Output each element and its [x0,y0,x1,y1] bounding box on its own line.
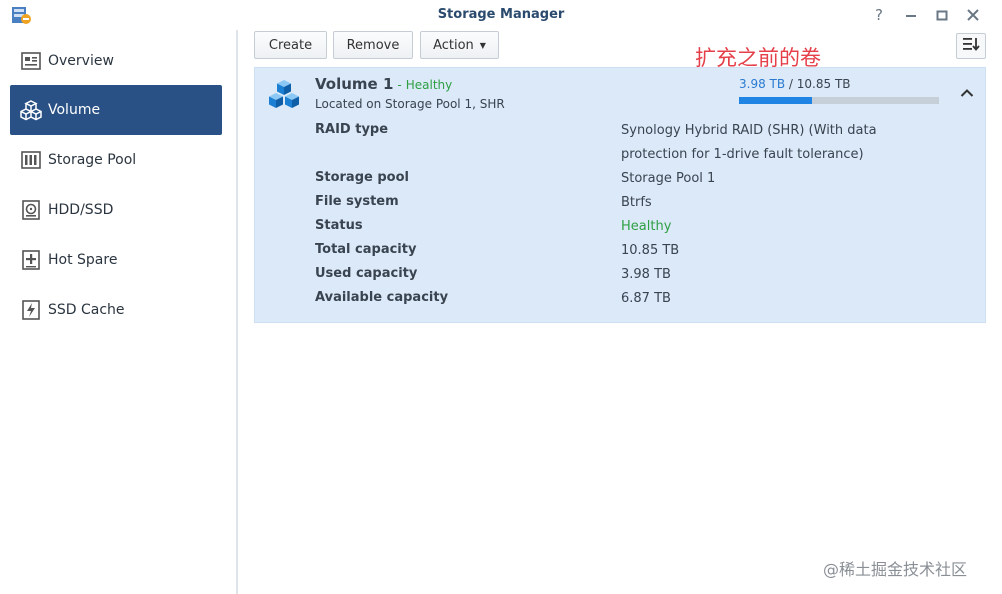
help-icon[interactable]: ? [868,4,890,26]
minimize-icon[interactable] [900,4,922,26]
create-button[interactable]: Create [254,31,327,59]
prop-label-available-capacity: Available capacity [315,290,449,305]
sidebar-divider [236,30,238,594]
sidebar-item-ssd-cache[interactable]: SSD Cache [10,285,222,335]
action-dropdown[interactable]: Action ▼ [420,31,499,59]
sidebar-item-label: Volume [48,102,101,118]
volume-icon [267,78,301,112]
capacity-bar-fill [739,97,813,104]
prop-value-used-capacity: 3.98 TB [621,267,671,282]
capacity-text: 3.98 TB / 10.85 TB [739,77,851,91]
prop-label-raid-type: RAID type [315,122,389,137]
disk-icon [20,199,42,221]
volume-status-badge: Healthy [405,78,453,92]
prop-label-total-capacity: Total capacity [315,242,417,257]
volume-name: Volume 1- Healthy [315,75,452,93]
sidebar-item-hdd-ssd[interactable]: HDD/SSD [10,185,222,235]
sort-icon [962,36,980,56]
volume-panel: Volume 1- Healthy Located on Storage Pool… [254,67,986,323]
prop-value-total-capacity: 10.85 TB [621,243,680,258]
prop-label-file-system: File system [315,194,399,209]
watermark-text: @稀土掘金技术社区 [823,560,968,579]
volume-icon [20,99,42,121]
prop-value-storage-pool: Storage Pool 1 [621,171,716,186]
sidebar-item-label: Storage Pool [48,152,137,168]
title-bar: Storage Manager ? [0,0,1002,30]
sidebar-item-hot-spare[interactable]: Hot Spare [10,235,222,285]
overview-icon [20,50,42,72]
volume-location: Located on Storage Pool 1, SHR [315,97,505,111]
action-label: Action [433,37,474,53]
sidebar-item-overview[interactable]: Overview [10,36,222,86]
maximize-icon[interactable] [931,4,953,26]
chevron-up-icon [960,87,974,102]
volume-title: Volume 1 [315,75,394,93]
sidebar-item-label: HDD/SSD [48,202,114,218]
ssd-cache-icon [20,299,42,321]
capacity-separator: / [785,77,797,91]
sidebar-item-storage-pool[interactable]: Storage Pool [10,135,222,185]
capacity-used: 3.98 TB [739,77,786,91]
prop-value-raid-type: Synology Hybrid RAID (SHR) (With data pr… [621,123,877,162]
sort-button[interactable] [956,33,986,59]
sidebar-item-label: Hot Spare [48,252,118,268]
prop-value-file-system: Btrfs [621,195,652,210]
prop-value-available-capacity: 6.87 TB [621,291,671,306]
prop-label-storage-pool: Storage pool [315,170,409,185]
prop-label-used-capacity: Used capacity [315,266,418,281]
capacity-total: 10.85 TB [796,77,851,91]
sidebar-item-label: Overview [48,53,114,69]
sidebar: Overview Volume Storage Pool HDD/SSD Hot… [0,30,236,594]
capacity-bar [739,97,939,104]
storage-pool-icon [20,149,42,171]
close-icon[interactable] [962,4,984,26]
remove-button[interactable]: Remove [333,31,413,59]
prop-label-status: Status [315,218,363,233]
sidebar-item-volume[interactable]: Volume [10,85,222,135]
volume-separator: - [397,78,402,92]
caret-down-icon: ▼ [479,40,486,50]
sidebar-item-label: SSD Cache [48,302,125,318]
prop-value-status: Healthy [621,219,672,234]
hot-spare-icon [20,249,42,271]
collapse-button[interactable] [955,82,979,106]
window-title: Storage Manager [437,7,565,22]
